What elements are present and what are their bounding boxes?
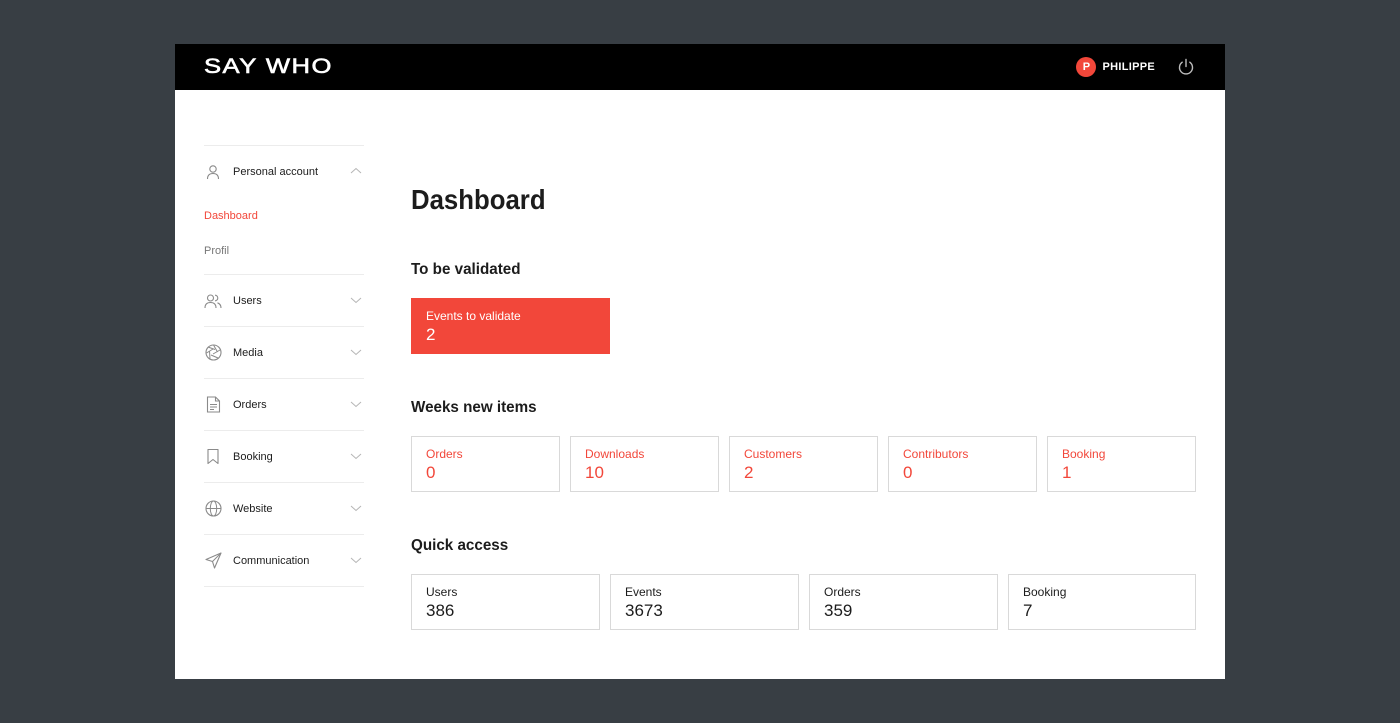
chevron-up-icon — [350, 167, 362, 174]
sidebar-item-label: Booking — [233, 450, 273, 463]
sidebar-item-label: Personal account — [233, 166, 318, 178]
users-icon — [204, 292, 222, 310]
section-title-weeks-new-items: Weeks new items — [411, 399, 537, 416]
sidebar-subitem-profil[interactable]: Profil — [204, 233, 364, 268]
bookmark-icon — [204, 448, 222, 466]
card-label: Users — [426, 585, 458, 599]
sidebar-item-users[interactable]: Users — [204, 275, 364, 327]
sidebar-item-orders[interactable]: Orders — [204, 379, 364, 431]
sidebar-subitem-dashboard[interactable]: Dashboard — [204, 198, 364, 233]
aperture-icon — [204, 344, 222, 362]
card-value: 386 — [426, 601, 455, 620]
card-value: 10 — [585, 463, 604, 482]
card-value: 1 — [1062, 463, 1072, 482]
sidebar-item-communication[interactable]: Communication — [204, 535, 364, 587]
sidebar: Personal account Dashboard Profil Users — [204, 145, 364, 587]
chevron-down-icon — [350, 453, 362, 460]
card-label: Contributors — [903, 447, 969, 461]
card-weekly-booking[interactable]: Booking 1 — [1047, 436, 1196, 492]
card-weekly-customers[interactable]: Customers 2 — [729, 436, 878, 492]
card-weekly-contributors[interactable]: Contributors 0 — [888, 436, 1037, 492]
sidebar-item-booking[interactable]: Booking — [204, 431, 364, 483]
section-title-to-be-validated: To be validated — [411, 261, 521, 278]
card-value: 0 — [426, 463, 436, 482]
card-value: 2 — [744, 463, 754, 482]
card-weekly-downloads[interactable]: Downloads 10 — [570, 436, 719, 492]
app-window: SAY WHO P PHILIPPE Personal account Dash… — [175, 44, 1225, 679]
card-label: Downloads — [585, 447, 645, 461]
sidebar-group-personal-account: Personal account Dashboard Profil — [204, 146, 364, 275]
card-quick-events[interactable]: Events 3673 — [610, 574, 799, 630]
avatar[interactable]: P — [1076, 57, 1097, 77]
section-title-quick-access: Quick access — [411, 537, 509, 554]
card-quick-booking[interactable]: Booking 7 — [1008, 574, 1196, 630]
logo[interactable]: SAY WHO — [204, 55, 333, 79]
card-value: 2 — [426, 325, 436, 344]
card-value: 3673 — [625, 601, 663, 620]
chevron-down-icon — [350, 557, 362, 564]
sidebar-item-label: Communication — [233, 554, 310, 567]
card-label: Events to validate — [426, 309, 521, 323]
sidebar-item-media[interactable]: Media — [204, 327, 364, 379]
card-label: Customers — [744, 447, 803, 461]
card-weekly-orders[interactable]: Orders 0 — [411, 436, 560, 492]
sidebar-item-label: Website — [233, 502, 273, 515]
sidebar-item-website[interactable]: Website — [204, 483, 364, 535]
sidebar-item-label: Orders — [233, 398, 267, 411]
power-icon[interactable] — [1177, 58, 1195, 76]
card-label: Events — [625, 585, 662, 599]
sidebar-item-label: Media — [233, 346, 263, 359]
card-quick-users[interactable]: Users 386 — [411, 574, 600, 630]
document-icon — [204, 396, 222, 414]
card-label: Booking — [1062, 447, 1106, 461]
card-label: Orders — [824, 585, 861, 599]
card-value: 7 — [1023, 601, 1033, 620]
globe-icon — [204, 500, 222, 518]
card-label: Orders — [426, 447, 463, 461]
sidebar-item-label: Users — [233, 294, 262, 307]
user-icon — [204, 163, 222, 181]
chevron-down-icon — [350, 401, 362, 408]
chevron-down-icon — [350, 349, 362, 356]
top-bar: SAY WHO P PHILIPPE — [175, 44, 1225, 90]
card-value: 0 — [903, 463, 913, 482]
user-menu[interactable]: P PHILIPPE — [1076, 57, 1155, 77]
card-quick-orders[interactable]: Orders 359 — [809, 574, 998, 630]
card-label: Booking — [1023, 585, 1067, 599]
chevron-down-icon — [350, 297, 362, 304]
chevron-down-icon — [350, 505, 362, 512]
user-name[interactable]: PHILIPPE — [1102, 61, 1155, 73]
card-events-to-validate[interactable]: Events to validate 2 — [411, 298, 610, 354]
sidebar-item-personal-account[interactable]: Personal account — [204, 146, 364, 198]
send-icon — [204, 552, 222, 570]
page-title: Dashboard — [411, 184, 546, 215]
card-value: 359 — [824, 601, 853, 620]
